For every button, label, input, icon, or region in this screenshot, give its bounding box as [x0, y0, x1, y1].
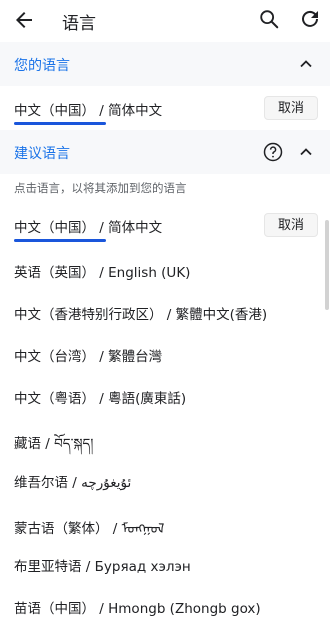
- cancel-button[interactable]: 取消: [264, 96, 318, 120]
- language-label: 苗语（中国） / Hmongb (Zhongb gox): [14, 601, 261, 617]
- chevron-up-icon[interactable]: [298, 144, 314, 160]
- back-arrow-icon[interactable]: [12, 8, 36, 32]
- cancel-button[interactable]: 取消: [264, 213, 318, 237]
- language-row[interactable]: 中文（中国） / 简体中文 取消: [0, 205, 322, 245]
- language-row[interactable]: 中文（中国） / 简体中文 取消: [0, 88, 322, 128]
- help-circle-icon[interactable]: [263, 142, 283, 162]
- language-label: 中文（台湾） / 繁體台灣: [14, 349, 163, 365]
- language-label: 中文（香港特别行政区） / 繁體中文(香港): [14, 307, 268, 323]
- search-icon[interactable]: [258, 8, 280, 30]
- language-row[interactable]: 中文（香港特别行政区） / 繁體中文(香港): [0, 292, 322, 332]
- app-bar: 语言: [0, 0, 330, 40]
- language-row[interactable]: 苗语（中国） / Hmongb (Zhongb gox): [0, 586, 322, 626]
- your-languages-header[interactable]: 您的语言: [0, 42, 330, 86]
- language-row[interactable]: 蒙古语（繁体） / ᠮᠣᠩᠭᠣᠯ: [0, 502, 322, 542]
- scrollbar-thumb[interactable]: [325, 220, 329, 310]
- language-row[interactable]: 布里亚特语 / Буряад хэлэн: [0, 544, 322, 584]
- chevron-up-icon[interactable]: [298, 56, 314, 72]
- language-label: 维吾尔语 / ئۇيغۇرچە: [14, 475, 132, 491]
- page-title: 语言: [62, 14, 96, 34]
- suggested-languages-header[interactable]: 建议语言: [0, 130, 330, 174]
- language-label: 中文（中国） / 简体中文: [14, 220, 163, 236]
- language-row[interactable]: 藏语 / བོད་སྐད།: [0, 418, 322, 458]
- language-row[interactable]: 英语（英国） / English (UK): [0, 250, 322, 290]
- language-label: 中文（中国） / 简体中文: [14, 103, 163, 119]
- suggested-hint: 点击语言，以将其添加到您的语言: [14, 181, 187, 195]
- selected-underline: [14, 122, 106, 125]
- language-row[interactable]: 中文（台湾） / 繁體台灣: [0, 334, 322, 374]
- language-row[interactable]: 维吾尔语 / ئۇيغۇرچە: [0, 460, 322, 500]
- language-label: 中文（粤语） / 粵語(廣東話): [14, 391, 187, 407]
- language-label: 蒙古语（繁体） / ᠮᠣᠩᠭᠣᠯ: [14, 521, 165, 537]
- your-languages-title: 您的语言: [14, 58, 70, 74]
- suggested-languages-title: 建议语言: [14, 146, 70, 162]
- language-label: 英语（英国） / English (UK): [14, 265, 191, 281]
- language-label: 布里亚特语 / Буряад хэлэн: [14, 559, 191, 575]
- selected-underline: [14, 239, 106, 242]
- refresh-icon[interactable]: [298, 7, 322, 31]
- language-row[interactable]: 中文（粤语） / 粵語(廣東話): [0, 376, 322, 416]
